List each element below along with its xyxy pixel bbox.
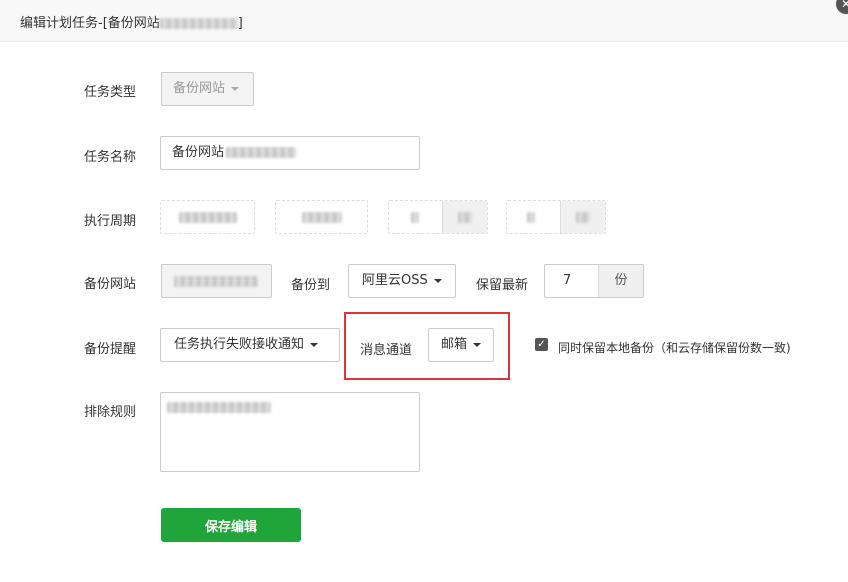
task-name-input[interactable]: 备份网站 xyxy=(160,136,420,170)
keep-unit: 份 xyxy=(598,265,643,297)
backup-site-select[interactable] xyxy=(161,264,272,298)
channel-label: 消息通道 xyxy=(360,343,413,358)
task-name-value: 备份网站 xyxy=(172,145,225,160)
cycle-hour-input[interactable] xyxy=(388,200,488,234)
cycle-type-select[interactable] xyxy=(160,200,255,234)
reminder-label: 备份提醒 xyxy=(84,342,137,357)
chevron-down-icon xyxy=(433,278,442,283)
backup-to-select[interactable]: 阿里云OSS xyxy=(348,264,456,298)
cycle-label: 执行周期 xyxy=(84,214,137,229)
dialog-title-bar: 编辑计划任务-[备份网站] xyxy=(0,0,848,42)
redacted-hour-unit xyxy=(458,212,472,223)
chevron-down-icon xyxy=(473,342,482,347)
redacted-cycle-minute xyxy=(527,212,535,223)
keep-count-input[interactable]: 7 份 xyxy=(544,264,644,298)
redacted-cycle-hour xyxy=(411,212,419,223)
backup-to-value: 阿里云OSS xyxy=(362,273,428,288)
reminder-select[interactable]: 任务执行失败接收通知 xyxy=(160,328,340,362)
redacted-task-name xyxy=(226,147,297,158)
redacted-backup-site xyxy=(174,276,258,287)
keep-local-label: 同时保留本地备份（和云存储保留份数一致) xyxy=(558,341,791,355)
task-name-label: 任务名称 xyxy=(84,150,137,165)
keep-local-checkbox[interactable]: ✓ xyxy=(535,338,548,351)
backup-to-label: 备份到 xyxy=(291,278,331,293)
chevron-down-icon xyxy=(310,342,319,347)
redacted-minute-unit xyxy=(576,212,590,223)
cycle-hour-unit xyxy=(442,201,487,233)
exclude-textarea[interactable] xyxy=(160,392,420,472)
dialog-title: 编辑计划任务-[备份网站] xyxy=(20,12,243,31)
task-type-label: 任务类型 xyxy=(84,85,137,100)
task-type-select[interactable]: 备份网站 xyxy=(161,72,254,106)
task-type-value: 备份网站 xyxy=(173,81,226,96)
keep-count-value: 7 xyxy=(563,273,572,288)
cycle-week-select[interactable] xyxy=(275,200,368,234)
channel-select[interactable]: 邮箱 xyxy=(428,328,494,362)
reminder-value: 任务执行失败接收通知 xyxy=(174,337,305,352)
channel-value: 邮箱 xyxy=(441,337,468,352)
chevron-down-icon xyxy=(231,86,240,91)
backup-site-label: 备份网站 xyxy=(84,277,137,292)
cycle-minute-unit xyxy=(560,201,605,233)
dialog-title-prefix: 编辑计划任务-[备份网站 xyxy=(20,16,160,31)
redacted-cycle-week xyxy=(302,212,342,223)
cycle-minute-input[interactable] xyxy=(506,200,606,234)
save-button[interactable]: 保存编辑 xyxy=(161,508,301,542)
dialog-title-suffix: ] xyxy=(237,16,243,31)
redacted-site-name xyxy=(159,18,238,29)
redacted-exclude-rules xyxy=(167,402,271,413)
keep-latest-label: 保留最新 xyxy=(476,278,529,293)
redacted-cycle-type xyxy=(179,212,237,223)
exclude-label: 排除规则 xyxy=(84,405,137,420)
